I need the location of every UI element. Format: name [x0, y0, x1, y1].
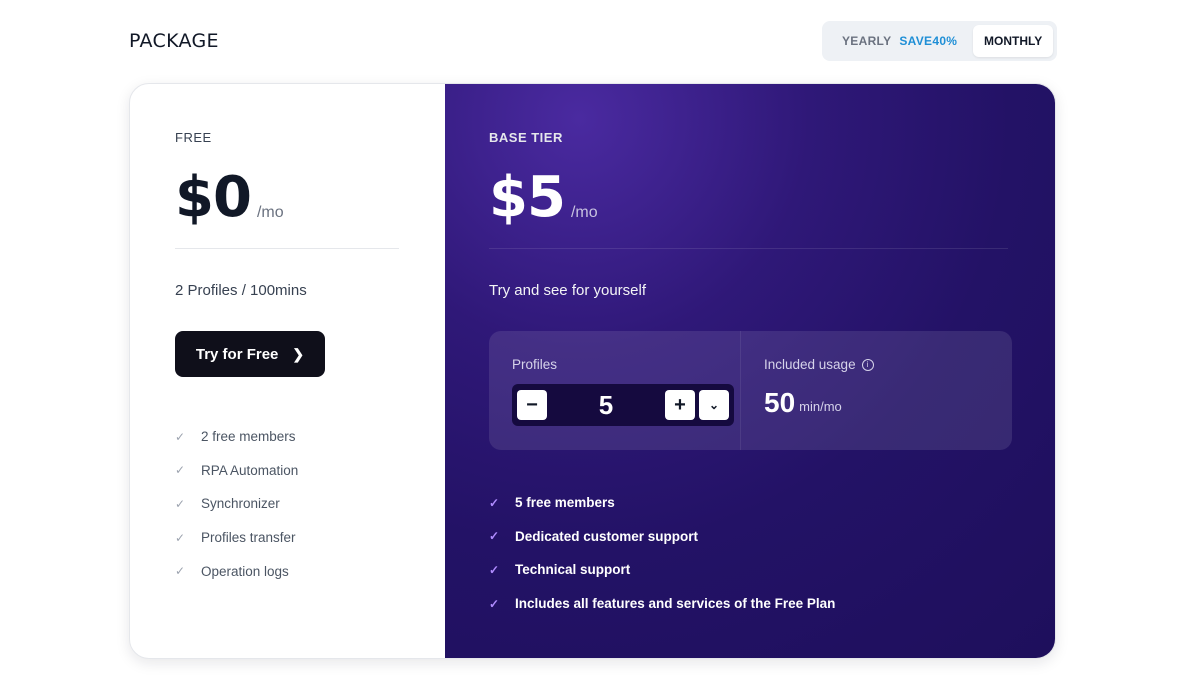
base-price: $5	[489, 165, 566, 230]
check-icon: ✓	[489, 495, 500, 510]
chevron-down-icon[interactable]: ⌄	[699, 390, 729, 420]
feature-item: ✓ RPA Automation	[175, 454, 298, 488]
feature-label: Profiles transfer	[201, 530, 296, 546]
base-description: Try and see for yourself	[489, 282, 647, 299]
feature-label: Operation logs	[201, 563, 289, 579]
feature-label: RPA Automation	[201, 462, 299, 478]
page-title: PACKAGE	[129, 30, 219, 52]
usage-unit: min/mo	[799, 399, 842, 414]
chevron-right-icon: ❯	[292, 345, 305, 362]
free-tier-name: FREE	[175, 130, 212, 145]
monthly-option[interactable]: MONTHLY	[973, 25, 1053, 57]
save-badge: SAVE40%	[899, 34, 958, 48]
profiles-section: Profiles − 5 + ⌄	[489, 331, 741, 450]
check-icon: ✓	[175, 463, 186, 478]
usage-row: 50 min/mo	[764, 389, 842, 417]
yearly-label: YEARLY	[842, 34, 892, 48]
feature-item: ✓ Includes all features and services of t…	[489, 587, 835, 621]
try-for-free-button[interactable]: Try for Free ❯	[175, 331, 325, 377]
feature-item: ✓ Profiles transfer	[175, 521, 298, 555]
base-divider	[489, 248, 1008, 249]
plan-config-panel: Profiles − 5 + ⌄ Included usage i 50 min…	[489, 331, 1012, 450]
usage-label: Included usage	[764, 357, 856, 372]
profiles-label: Profiles	[512, 357, 558, 372]
pricing-page: PACKAGE YEARLY SAVE40% MONTHLY FREE $0 /…	[0, 0, 1200, 675]
feature-item: ✓ 5 free members	[489, 486, 835, 520]
free-plan: FREE $0 /mo 2 Profiles / 100mins Try for…	[130, 84, 445, 658]
base-plan: BASE TIER $5 /mo Try and see for yoursel…	[445, 84, 1055, 658]
check-icon: ✓	[175, 496, 186, 511]
free-divider	[175, 248, 399, 249]
check-icon: ✓	[489, 562, 500, 577]
free-feature-list: ✓ 2 free members ✓ RPA Automation ✓ Synchro…	[175, 420, 298, 588]
feature-item: ✓ Synchronizer	[175, 487, 298, 521]
feature-label: Synchronizer	[201, 496, 280, 512]
check-icon: ✓	[489, 596, 500, 611]
free-period: /mo	[256, 204, 284, 221]
profiles-value[interactable]: 5	[547, 390, 665, 421]
free-price: $0	[175, 165, 252, 230]
decrement-button[interactable]: −	[517, 390, 547, 420]
yearly-option[interactable]: YEARLY SAVE40%	[826, 25, 973, 57]
feature-label: 2 free members	[201, 429, 296, 445]
free-price-row: $0 /mo	[175, 170, 284, 226]
base-price-row: $5 /mo	[489, 170, 598, 226]
feature-label: Includes all features and services of th…	[515, 596, 836, 612]
base-period: /mo	[570, 204, 598, 221]
check-icon: ✓	[175, 429, 186, 444]
feature-item: ✓ Dedicated customer support	[489, 520, 835, 554]
profiles-stepper: − 5 + ⌄	[512, 384, 734, 426]
base-tier-name: BASE TIER	[489, 130, 563, 145]
try-for-free-label: Try for Free	[195, 345, 279, 363]
usage-value: 50	[764, 387, 796, 418]
check-icon: ✓	[175, 530, 186, 545]
feature-label: Dedicated customer support	[515, 528, 699, 544]
base-feature-list: ✓ 5 free members ✓ Dedicated customer supp…	[489, 486, 835, 620]
billing-toggle: YEARLY SAVE40% MONTHLY	[822, 21, 1057, 61]
feature-item: ✓ 2 free members	[175, 420, 298, 454]
info-icon[interactable]: i	[861, 358, 874, 371]
feature-label: 5 free members	[515, 495, 615, 511]
usage-section: Included usage i 50 min/mo	[741, 331, 1012, 450]
increment-button[interactable]: +	[665, 390, 695, 420]
feature-label: Technical support	[515, 562, 631, 578]
feature-item: ✓ Technical support	[489, 553, 835, 587]
feature-item: ✓ Operation logs	[175, 554, 298, 588]
usage-label-row: Included usage i	[764, 357, 874, 372]
plans-card: FREE $0 /mo 2 Profiles / 100mins Try for…	[129, 83, 1056, 659]
check-icon: ✓	[175, 564, 186, 579]
check-icon: ✓	[489, 529, 500, 544]
free-description: 2 Profiles / 100mins	[175, 282, 307, 299]
